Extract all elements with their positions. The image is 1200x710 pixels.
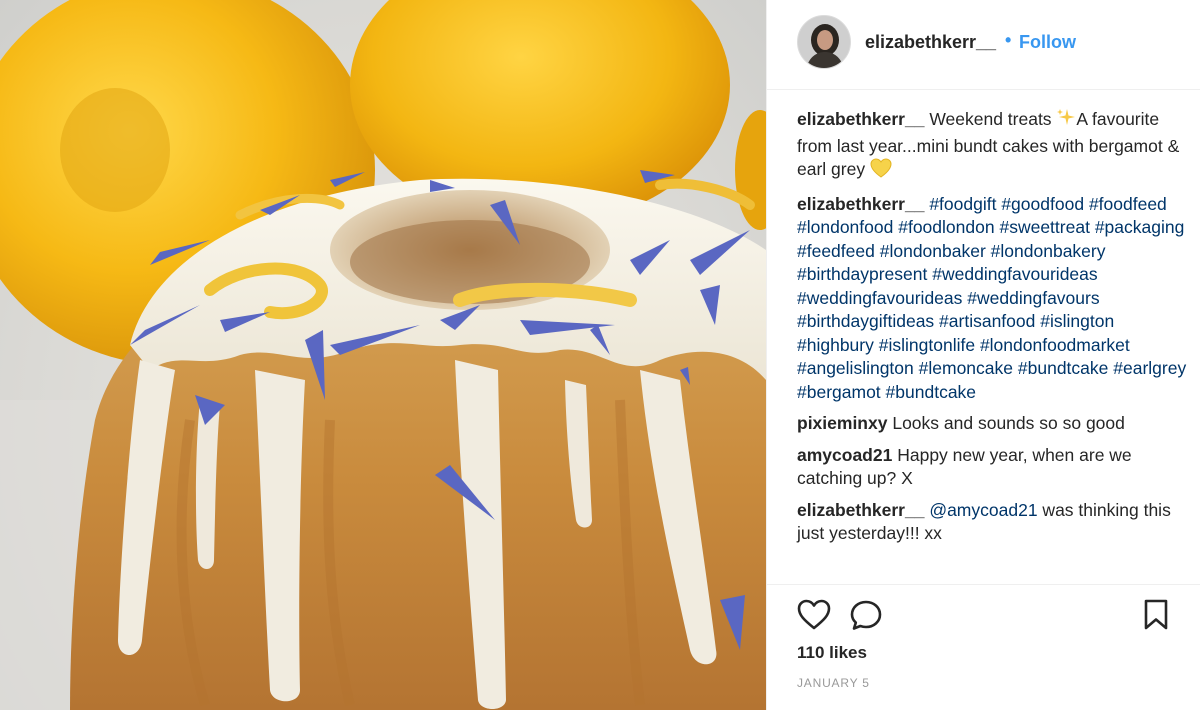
comment-item: pixieminxy Looks and sounds so so good	[797, 412, 1189, 436]
comment-username[interactable]: amycoad21	[797, 445, 892, 465]
avatar[interactable]	[797, 15, 851, 69]
hashtag-link[interactable]: #weddingfavours	[967, 288, 1099, 308]
hashtag-link[interactable]: #goodfood	[1001, 194, 1084, 214]
comments-list: elizabethkerr__ Weekend treats A favouri…	[797, 108, 1189, 554]
hashtag-link[interactable]: #lemoncake	[919, 358, 1013, 378]
follow-separator-dot: •	[1005, 30, 1012, 50]
comment-username[interactable]: elizabethkerr__	[797, 500, 924, 520]
comment-username[interactable]: elizabethkerr__	[797, 109, 924, 129]
post-date: JANUARY 5	[797, 676, 870, 690]
hashtag-link[interactable]: #earlgrey	[1113, 358, 1186, 378]
hashtag-link[interactable]: #birthdaygiftideas	[797, 311, 934, 331]
post-actions-bar: 110 likes JANUARY 5	[767, 584, 1200, 710]
comment-username[interactable]: elizabethkerr__	[797, 194, 924, 214]
hashtag-link[interactable]: #bundtcake	[1018, 358, 1109, 378]
hashtag-link[interactable]: #islington	[1040, 311, 1114, 331]
post-photo[interactable]	[0, 0, 766, 710]
hashtag-link[interactable]: #londonbakery	[991, 241, 1106, 261]
post-header: elizabethkerr__ • Follow	[767, 0, 1200, 90]
hashtag-link[interactable]: #islingtonlife	[879, 335, 975, 355]
hashtag-list: #foodgift #goodfood #foodfeed #londonfoo…	[797, 194, 1186, 402]
hashtag-link[interactable]: #foodfeed	[1089, 194, 1167, 214]
hashtag-link[interactable]: #highbury	[797, 335, 874, 355]
hashtag-link[interactable]: #londonfood	[797, 217, 893, 237]
hashtag-link[interactable]: #bergamot	[797, 382, 881, 402]
post-side-panel: elizabethkerr__ • Follow elizabethkerr__…	[766, 0, 1200, 710]
hashtag-link[interactable]: #packaging	[1095, 217, 1185, 237]
hashtag-link[interactable]: #birthdaypresent	[797, 264, 927, 284]
caption-comment: elizabethkerr__ Weekend treats A favouri…	[797, 108, 1189, 185]
hashtag-link[interactable]: #bundtcake	[886, 382, 977, 402]
reply-comment: elizabethkerr__ @amycoad21 was thinking …	[797, 499, 1189, 546]
comment-username[interactable]: pixieminxy	[797, 413, 887, 433]
hashtag-link[interactable]: #londonbaker	[880, 241, 986, 261]
hashtag-link[interactable]: #weddingfavourideas	[797, 288, 962, 308]
comment-item: amycoad21 Happy new year, when are we ca…	[797, 444, 1189, 491]
caption-text-part1: Weekend treats	[929, 109, 1057, 129]
yellow-heart-emoji-icon	[870, 158, 892, 185]
hashtag-link[interactable]: #weddingfavourideas	[932, 264, 1097, 284]
hashtag-link[interactable]: #sweettreat	[999, 217, 1089, 237]
hashtag-link[interactable]: #foodgift	[929, 194, 996, 214]
hashtag-link[interactable]: #feedfeed	[797, 241, 875, 261]
post-author-username[interactable]: elizabethkerr__	[865, 32, 996, 53]
hashtag-link[interactable]: #foodlondon	[898, 217, 994, 237]
bundt-cake-photo	[0, 0, 766, 710]
bookmark-icon[interactable]	[1143, 599, 1169, 636]
likes-count[interactable]: 110 likes	[797, 643, 867, 663]
hashtag-link[interactable]: #artisanfood	[939, 311, 1035, 331]
comment-text: Looks and sounds so so good	[892, 413, 1125, 433]
sparkles-emoji-icon	[1056, 108, 1076, 135]
mention-link[interactable]: @amycoad21	[929, 500, 1037, 520]
heart-outline-icon[interactable]	[797, 599, 831, 636]
avatar-image	[798, 16, 850, 68]
hashtag-link[interactable]: #angelislington	[797, 358, 914, 378]
hashtag-comment: elizabethkerr__ #foodgift #goodfood #foo…	[797, 193, 1189, 405]
speech-bubble-icon[interactable]	[849, 599, 883, 636]
follow-button[interactable]: Follow	[1019, 32, 1076, 53]
hashtag-link[interactable]: #londonfoodmarket	[980, 335, 1130, 355]
